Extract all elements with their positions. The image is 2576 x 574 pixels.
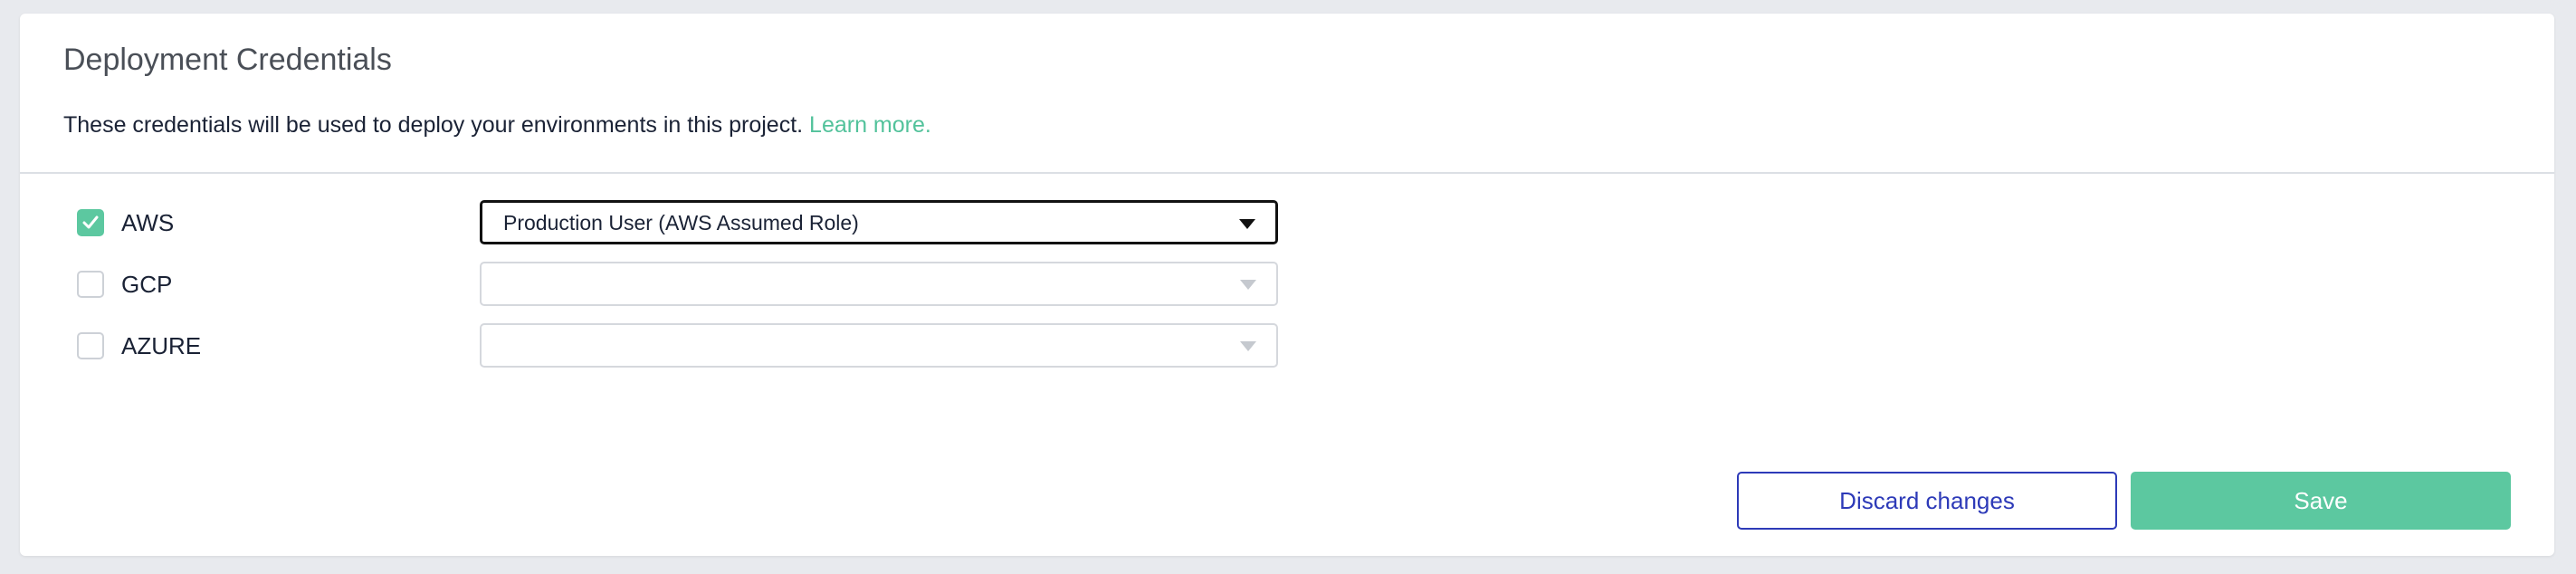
description-text: These credentials will be used to deploy… bbox=[63, 114, 931, 137]
discard-changes-button[interactable]: Discard changes bbox=[1737, 472, 2117, 530]
provider-row-aws: AWS Production User (AWS Assumed Role) bbox=[20, 200, 1287, 245]
deployment-credentials-card: Deployment Credentials These credentials… bbox=[20, 14, 2554, 556]
aws-credential-select[interactable]: Production User (AWS Assumed Role) bbox=[480, 200, 1278, 244]
gcp-credential-select[interactable] bbox=[480, 262, 1278, 306]
gcp-label: GCP bbox=[121, 271, 173, 298]
check-icon bbox=[82, 215, 99, 229]
learn-more-link[interactable]: Learn more. bbox=[809, 112, 931, 138]
page-title: Deployment Credentials bbox=[63, 43, 392, 77]
chevron-down-icon bbox=[1240, 341, 1256, 351]
divider bbox=[20, 172, 2554, 174]
description-label: These credentials will be used to deploy… bbox=[63, 112, 804, 138]
save-button[interactable]: Save bbox=[2131, 472, 2511, 530]
aws-credential-value: Production User (AWS Assumed Role) bbox=[503, 211, 859, 234]
gcp-checkbox[interactable] bbox=[77, 271, 104, 298]
chevron-down-icon bbox=[1239, 219, 1255, 229]
aws-label: AWS bbox=[121, 209, 175, 236]
azure-label: AZURE bbox=[121, 332, 202, 359]
provider-row-azure: AZURE bbox=[20, 323, 1287, 368]
chevron-down-icon bbox=[1240, 280, 1256, 290]
provider-row-gcp: GCP bbox=[20, 262, 1287, 307]
aws-checkbox[interactable] bbox=[77, 209, 104, 236]
azure-checkbox[interactable] bbox=[77, 332, 104, 359]
azure-credential-select[interactable] bbox=[480, 323, 1278, 368]
